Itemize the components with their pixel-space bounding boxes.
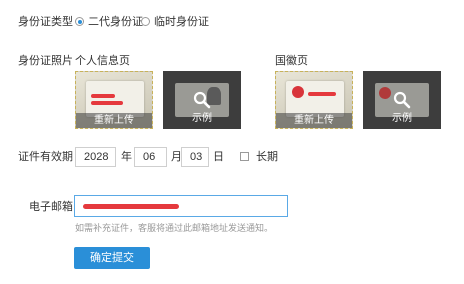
validity-day-input[interactable]: 03: [181, 147, 209, 167]
radio-temporary-id[interactable]: [141, 17, 150, 26]
id-card-image: [86, 81, 144, 117]
long-term-label[interactable]: 长期: [256, 150, 278, 164]
day-unit: 日: [213, 151, 224, 163]
back-photo-thumbnail[interactable]: 重新上传: [275, 71, 353, 129]
id-photo-label: 身份证照片: [18, 55, 73, 67]
year-unit: 年: [121, 151, 132, 163]
long-term-checkbox[interactable]: [240, 152, 249, 161]
front-example-label: 示例: [192, 113, 212, 124]
redaction-mark: [83, 204, 179, 209]
radio-label-temporary-id[interactable]: 临时身份证: [154, 15, 209, 29]
email-label: 电子邮箱: [29, 201, 73, 213]
emblem-image: [379, 87, 391, 99]
magnifier-icon: [193, 91, 211, 109]
validity-year-input[interactable]: 2028: [75, 147, 116, 167]
radio-second-gen-id[interactable]: [75, 17, 84, 26]
id-type-label: 身份证类型: [18, 16, 73, 28]
emblem-image: [292, 86, 304, 98]
email-field[interactable]: [74, 195, 288, 217]
back-reupload-button[interactable]: 重新上传: [276, 113, 352, 128]
front-reupload-button[interactable]: 重新上传: [76, 113, 152, 128]
front-photo-thumbnail[interactable]: 重新上传: [75, 71, 153, 129]
back-example-thumbnail[interactable]: 示例: [363, 71, 441, 129]
validity-month-input[interactable]: 06: [134, 147, 167, 167]
redaction-mark: [91, 94, 115, 98]
redaction-mark: [91, 101, 123, 105]
redaction-mark: [308, 92, 336, 96]
email-hint: 如需补充证件，客服将通过此邮箱地址发送通知。: [75, 223, 274, 233]
back-page-title: 国徽页: [275, 55, 308, 67]
back-example-label: 示例: [392, 113, 412, 124]
magnifier-icon: [393, 91, 411, 109]
front-example-thumbnail[interactable]: 示例: [163, 71, 241, 129]
radio-label-second-gen-id[interactable]: 二代身份证: [88, 15, 143, 29]
submit-button[interactable]: 确定提交: [74, 247, 150, 269]
front-page-title: 个人信息页: [75, 55, 130, 67]
validity-label: 证件有效期: [18, 151, 73, 163]
